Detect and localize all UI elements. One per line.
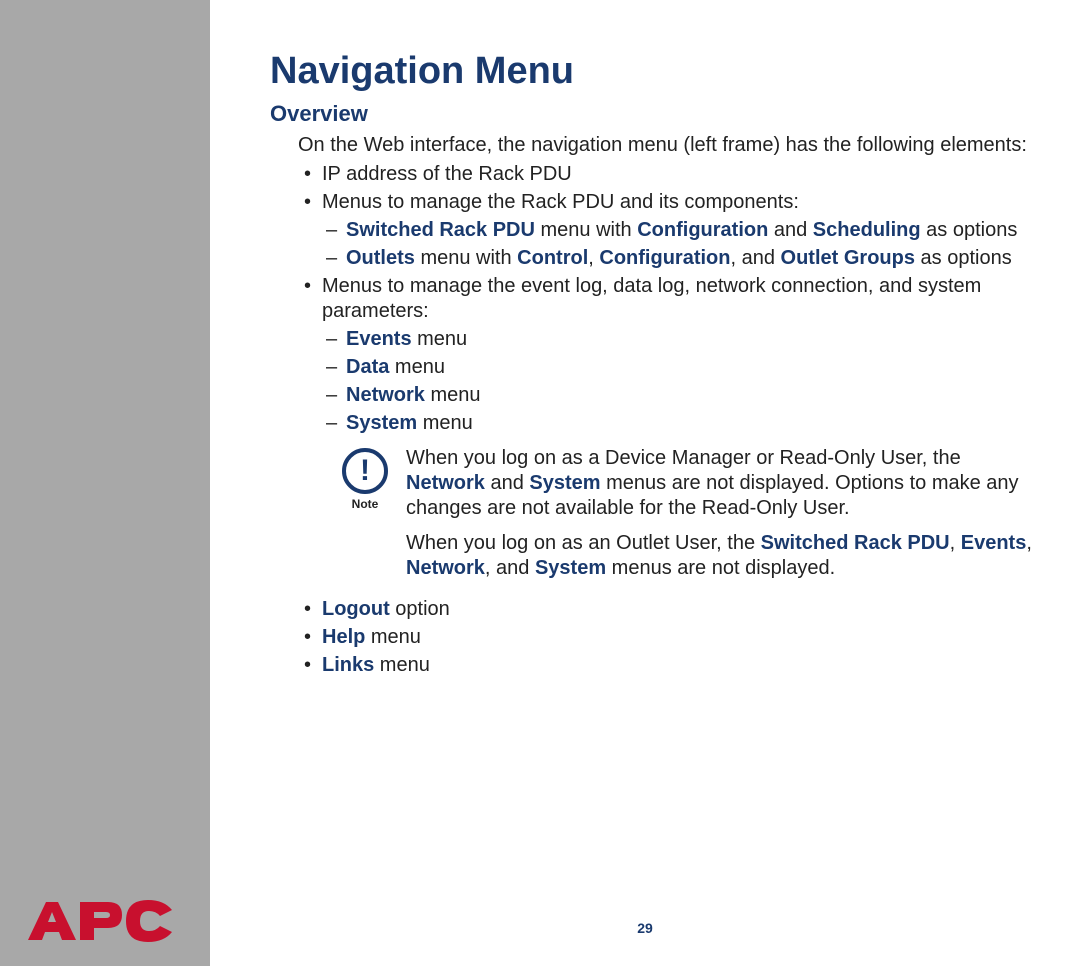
list-item: IP address of the Rack PDU [298, 162, 1040, 187]
keyword: Network [406, 557, 485, 579]
content-area: Navigation Menu Overview On the Web inte… [210, 0, 1080, 966]
document-page: USER'S GUIDE Switched Rack PDU Navigatio… [0, 0, 1080, 966]
top-bullet-list: IP address of the Rack PDU Menus to mana… [298, 162, 1040, 436]
list-item: Outlets menu with Control, Configuration… [322, 246, 1040, 271]
keyword: Configuration [637, 219, 768, 241]
keyword: Scheduling [813, 219, 921, 241]
keyword: Help [322, 626, 365, 648]
note-paragraph: When you log on as a Device Manager or R… [406, 446, 1040, 521]
keyword: Switched Rack PDU [346, 219, 535, 241]
list-item-text: Menus to manage the event log, data log,… [322, 275, 981, 322]
keyword: Events [346, 328, 412, 350]
keyword: Logout [322, 598, 390, 620]
note-icon-wrap: ! Note [342, 446, 388, 512]
section-heading: Overview [270, 101, 1040, 127]
sub-list: Switched Rack PDU menu with Configuratio… [322, 218, 1040, 271]
keyword: Network [346, 384, 425, 406]
keyword: Events [961, 532, 1027, 554]
bottom-bullet-list: Logout option Help menu Links menu [298, 597, 1040, 678]
note-label: Note [352, 497, 379, 512]
sub-list: Events menu Data menu Network menu Syste… [322, 327, 1040, 436]
list-item: Network menu [322, 383, 1040, 408]
keyword: Links [322, 654, 374, 676]
apc-logo [26, 900, 176, 946]
page-title: Navigation Menu [270, 50, 1040, 93]
sidebar: USER'S GUIDE Switched Rack PDU [0, 0, 210, 966]
keyword: System [529, 472, 600, 494]
list-item: Links menu [298, 653, 1040, 678]
keyword: Switched Rack PDU [761, 532, 950, 554]
list-item-text: Menus to manage the Rack PDU and its com… [322, 191, 799, 213]
body-text: On the Web interface, the navigation men… [298, 133, 1040, 678]
sidebar-text: USER'S GUIDE Switched Rack PDU [0, 216, 210, 866]
keyword: System [346, 412, 417, 434]
keyword: Configuration [599, 247, 730, 269]
page-number: 29 [210, 920, 1080, 936]
note-icon: ! [342, 448, 388, 494]
keyword: System [535, 557, 606, 579]
note-paragraph: When you log on as an Outlet User, the S… [406, 531, 1040, 581]
list-item: Events menu [322, 327, 1040, 352]
keyword: Data [346, 356, 389, 378]
keyword: Outlet Groups [781, 247, 915, 269]
list-item: Switched Rack PDU menu with Configuratio… [322, 218, 1040, 243]
intro-paragraph: On the Web interface, the navigation men… [298, 133, 1040, 158]
list-item: Logout option [298, 597, 1040, 622]
list-item: System menu [322, 411, 1040, 436]
keyword: Network [406, 472, 485, 494]
list-item: Help menu [298, 625, 1040, 650]
keyword: Outlets [346, 247, 415, 269]
exclamation-icon: ! [360, 456, 370, 486]
list-item: Data menu [322, 355, 1040, 380]
keyword: Control [517, 247, 588, 269]
list-item: Menus to manage the event log, data log,… [298, 274, 1040, 436]
note-block: ! Note When you log on as a Device Manag… [342, 446, 1040, 591]
list-item: Menus to manage the Rack PDU and its com… [298, 190, 1040, 271]
note-text: When you log on as a Device Manager or R… [406, 446, 1040, 591]
